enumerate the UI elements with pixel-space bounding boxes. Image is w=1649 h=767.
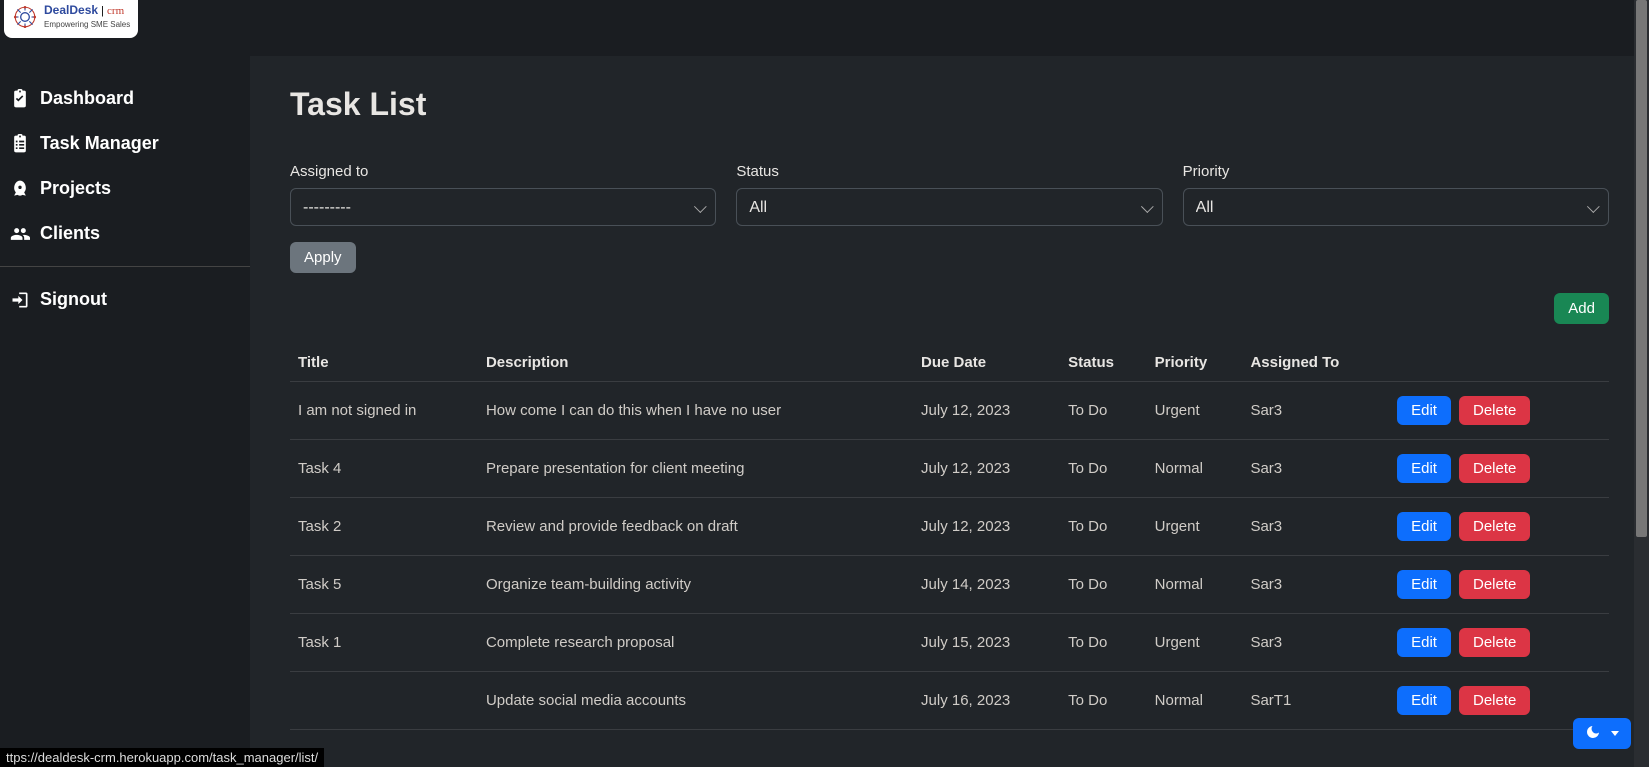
users-icon (10, 224, 30, 244)
col-assigned-to: Assigned To (1242, 344, 1389, 382)
cell-status: To Do (1060, 498, 1146, 556)
delete-button[interactable]: Delete (1459, 570, 1530, 599)
moon-icon (1585, 724, 1601, 743)
cell-assigned-to: Sar3 (1242, 556, 1389, 614)
sidebar: Dashboard Task Manager Projects Clients (0, 56, 250, 767)
signout-icon (10, 290, 30, 310)
cell-due-date: July 12, 2023 (913, 498, 1060, 556)
cell-status: To Do (1060, 672, 1146, 730)
sidebar-item-signout[interactable]: Signout (0, 277, 250, 322)
col-title: Title (290, 344, 478, 382)
cell-priority: Urgent (1147, 614, 1243, 672)
rocket-icon (10, 179, 30, 199)
status-bar-url: ttps://dealdesk-crm.herokuapp.com/task_m… (0, 748, 324, 767)
scrollbar-thumb[interactable] (1636, 0, 1647, 537)
main-content: Task List Assigned to --------- Status A… (250, 56, 1649, 767)
logo-text: DealDesk | crm Empowering SME Sales (44, 4, 130, 29)
table-row: Task 2Review and provide feedback on dra… (290, 498, 1609, 556)
chevron-down-icon (1611, 731, 1619, 736)
sidebar-item-task-manager[interactable]: Task Manager (0, 121, 250, 166)
vertical-scrollbar[interactable] (1634, 0, 1649, 767)
theme-toggle[interactable] (1573, 718, 1631, 749)
cell-description: Update social media accounts (478, 672, 913, 730)
cell-due-date: July 16, 2023 (913, 672, 1060, 730)
cell-status: To Do (1060, 382, 1146, 440)
filter-priority-select[interactable]: All (1183, 188, 1609, 226)
cell-assigned-to: Sar3 (1242, 498, 1389, 556)
sidebar-divider (0, 266, 250, 267)
clipboard-check-icon (10, 89, 30, 109)
cell-description: How come I can do this when I have no us… (478, 382, 913, 440)
cell-title: Task 4 (290, 440, 478, 498)
gear-logo-icon (12, 4, 38, 30)
cell-assigned-to: Sar3 (1242, 382, 1389, 440)
cell-priority: Urgent (1147, 382, 1243, 440)
filter-status-select[interactable]: All (736, 188, 1162, 226)
sidebar-item-label: Signout (40, 289, 107, 310)
cell-title: I am not signed in (290, 382, 478, 440)
app-logo[interactable]: DealDesk | crm Empowering SME Sales (4, 0, 138, 38)
delete-button[interactable]: Delete (1459, 686, 1530, 715)
filter-status-label: Status (736, 163, 1162, 180)
delete-button[interactable]: Delete (1459, 396, 1530, 425)
topbar: DealDesk | crm Empowering SME Sales (0, 0, 1649, 56)
cell-title: Task 5 (290, 556, 478, 614)
cell-title (290, 672, 478, 730)
cell-priority: Normal (1147, 440, 1243, 498)
table-row: Task 5Organize team-building activityJul… (290, 556, 1609, 614)
filter-priority-label: Priority (1183, 163, 1609, 180)
cell-priority: Normal (1147, 672, 1243, 730)
sidebar-item-clients[interactable]: Clients (0, 211, 250, 256)
delete-button[interactable]: Delete (1459, 454, 1530, 483)
cell-due-date: July 15, 2023 (913, 614, 1060, 672)
sidebar-item-label: Task Manager (40, 133, 159, 154)
apply-button[interactable]: Apply (290, 242, 356, 273)
edit-button[interactable]: Edit (1397, 454, 1451, 483)
cell-status: To Do (1060, 556, 1146, 614)
col-due-date: Due Date (913, 344, 1060, 382)
edit-button[interactable]: Edit (1397, 686, 1451, 715)
clipboard-list-icon (10, 134, 30, 154)
cell-status: To Do (1060, 440, 1146, 498)
cell-due-date: July 12, 2023 (913, 382, 1060, 440)
cell-description: Prepare presentation for client meeting (478, 440, 913, 498)
cell-description: Organize team-building activity (478, 556, 913, 614)
cell-priority: Normal (1147, 556, 1243, 614)
col-description: Description (478, 344, 913, 382)
cell-assigned-to: SarT1 (1242, 672, 1389, 730)
delete-button[interactable]: Delete (1459, 628, 1530, 657)
sidebar-item-label: Dashboard (40, 88, 134, 109)
table-row: I am not signed inHow come I can do this… (290, 382, 1609, 440)
edit-button[interactable]: Edit (1397, 396, 1451, 425)
cell-description: Review and provide feedback on draft (478, 498, 913, 556)
sidebar-item-dashboard[interactable]: Dashboard (0, 76, 250, 121)
table-row: Task 4Prepare presentation for client me… (290, 440, 1609, 498)
cell-due-date: July 12, 2023 (913, 440, 1060, 498)
filter-assigned-to-label: Assigned to (290, 163, 716, 180)
cell-due-date: July 14, 2023 (913, 556, 1060, 614)
filter-assigned-to-select[interactable]: --------- (290, 188, 716, 226)
add-button[interactable]: Add (1554, 293, 1609, 324)
task-table: Title Description Due Date Status Priori… (290, 344, 1609, 730)
sidebar-item-label: Projects (40, 178, 111, 199)
col-priority: Priority (1147, 344, 1243, 382)
cell-priority: Urgent (1147, 498, 1243, 556)
cell-assigned-to: Sar3 (1242, 440, 1389, 498)
table-row: Task 1Complete research proposalJuly 15,… (290, 614, 1609, 672)
edit-button[interactable]: Edit (1397, 512, 1451, 541)
cell-description: Complete research proposal (478, 614, 913, 672)
edit-button[interactable]: Edit (1397, 628, 1451, 657)
sidebar-item-projects[interactable]: Projects (0, 166, 250, 211)
sidebar-item-label: Clients (40, 223, 100, 244)
edit-button[interactable]: Edit (1397, 570, 1451, 599)
cell-assigned-to: Sar3 (1242, 614, 1389, 672)
cell-title: Task 2 (290, 498, 478, 556)
filter-bar: Assigned to --------- Status All Priorit… (290, 163, 1609, 226)
cell-title: Task 1 (290, 614, 478, 672)
col-status: Status (1060, 344, 1146, 382)
table-row: Update social media accountsJuly 16, 202… (290, 672, 1609, 730)
cell-status: To Do (1060, 614, 1146, 672)
delete-button[interactable]: Delete (1459, 512, 1530, 541)
page-title: Task List (290, 86, 1609, 123)
